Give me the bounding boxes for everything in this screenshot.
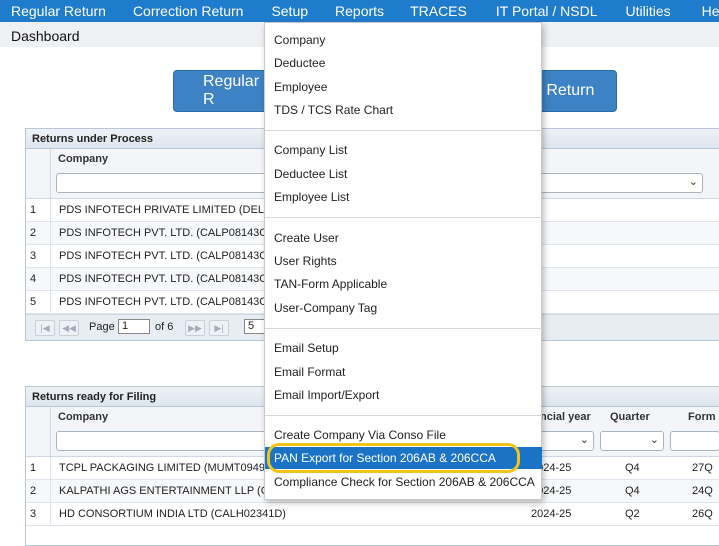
page-label: Page <box>89 321 115 333</box>
menu-divider <box>265 328 542 329</box>
next-page-icon[interactable]: ▶▶ <box>185 320 205 336</box>
menu-item-company[interactable]: Company <box>274 33 325 47</box>
menu-divider <box>265 217 542 218</box>
menu-help[interactable]: Help <box>671 3 719 19</box>
menu-item-employee[interactable]: Employee <box>274 80 327 94</box>
menu-item-deductee[interactable]: Deductee <box>274 56 325 70</box>
process-col-company[interactable]: Company <box>58 153 108 165</box>
page-number-input[interactable]: 1 <box>118 319 150 334</box>
chevron-down-icon: ⌄ <box>579 434 589 446</box>
setup-dropdown-menu: Company Deductee Employee TDS / TCS Rate… <box>264 22 542 500</box>
breadcrumb-dashboard[interactable]: Dashboard <box>11 28 80 44</box>
menu-divider <box>265 130 542 131</box>
menu-regular-return[interactable]: Regular Return <box>0 3 106 19</box>
chevron-down-icon: ⌄ <box>649 434 659 446</box>
first-page-icon[interactable]: |◀ <box>35 320 55 336</box>
highlight-ring-annotation <box>267 443 520 473</box>
top-menubar: Regular Return Correction Return Setup R… <box>0 0 719 22</box>
prev-page-icon[interactable]: ◀◀ <box>59 320 79 336</box>
menu-item-user-rights[interactable]: User Rights <box>274 254 337 268</box>
menu-reports[interactable]: Reports <box>308 3 384 19</box>
ready-col-form[interactable]: Form <box>688 411 716 423</box>
menu-item-deductee-list[interactable]: Deductee List <box>274 167 347 181</box>
ready-col-quarter[interactable]: Quarter <box>610 411 650 423</box>
chevron-down-icon: ⌄ <box>688 176 698 188</box>
menu-item-company-list[interactable]: Company List <box>274 143 347 157</box>
ready-quarter-filter[interactable]: ⌄ <box>600 431 664 451</box>
ready-col-company[interactable]: Company <box>58 411 108 423</box>
menu-utilities[interactable]: Utilities <box>598 3 671 19</box>
menu-it-portal[interactable]: IT Portal / NSDL <box>467 3 598 19</box>
menu-item-create-user[interactable]: Create User <box>274 231 339 245</box>
menu-item-email-format[interactable]: Email Format <box>274 365 345 379</box>
menu-item-tan-form[interactable]: TAN-Form Applicable <box>274 277 387 291</box>
menu-setup[interactable]: Setup <box>243 3 308 19</box>
last-page-icon[interactable]: ▶| <box>209 320 229 336</box>
menu-item-email-setup[interactable]: Email Setup <box>274 341 339 355</box>
regular-return-button[interactable]: Regular R <box>173 70 273 112</box>
menu-item-rate-chart[interactable]: TDS / TCS Rate Chart <box>274 103 393 117</box>
ready-col-financial-year[interactable]: ncial year <box>540 411 591 423</box>
menu-traces[interactable]: TRACES <box>384 3 467 19</box>
menu-correction-return[interactable]: Correction Return <box>106 3 244 19</box>
menu-item-email-import-export[interactable]: Email Import/Export <box>274 388 379 402</box>
menu-item-compliance-check[interactable]: Compliance Check for Section 206AB & 206… <box>274 475 535 489</box>
menu-item-employee-list[interactable]: Employee List <box>274 190 349 204</box>
menu-divider <box>265 415 542 416</box>
page-count: of 6 <box>155 321 174 333</box>
ready-form-filter[interactable] <box>670 431 719 451</box>
table-row[interactable]: 3 HD CONSORTIUM INDIA LTD (CALH02341D) 2… <box>26 503 719 526</box>
menu-item-user-company-tag[interactable]: User-Company Tag <box>274 301 377 315</box>
menu-item-create-company-conso[interactable]: Create Company Via Conso File <box>274 428 446 442</box>
